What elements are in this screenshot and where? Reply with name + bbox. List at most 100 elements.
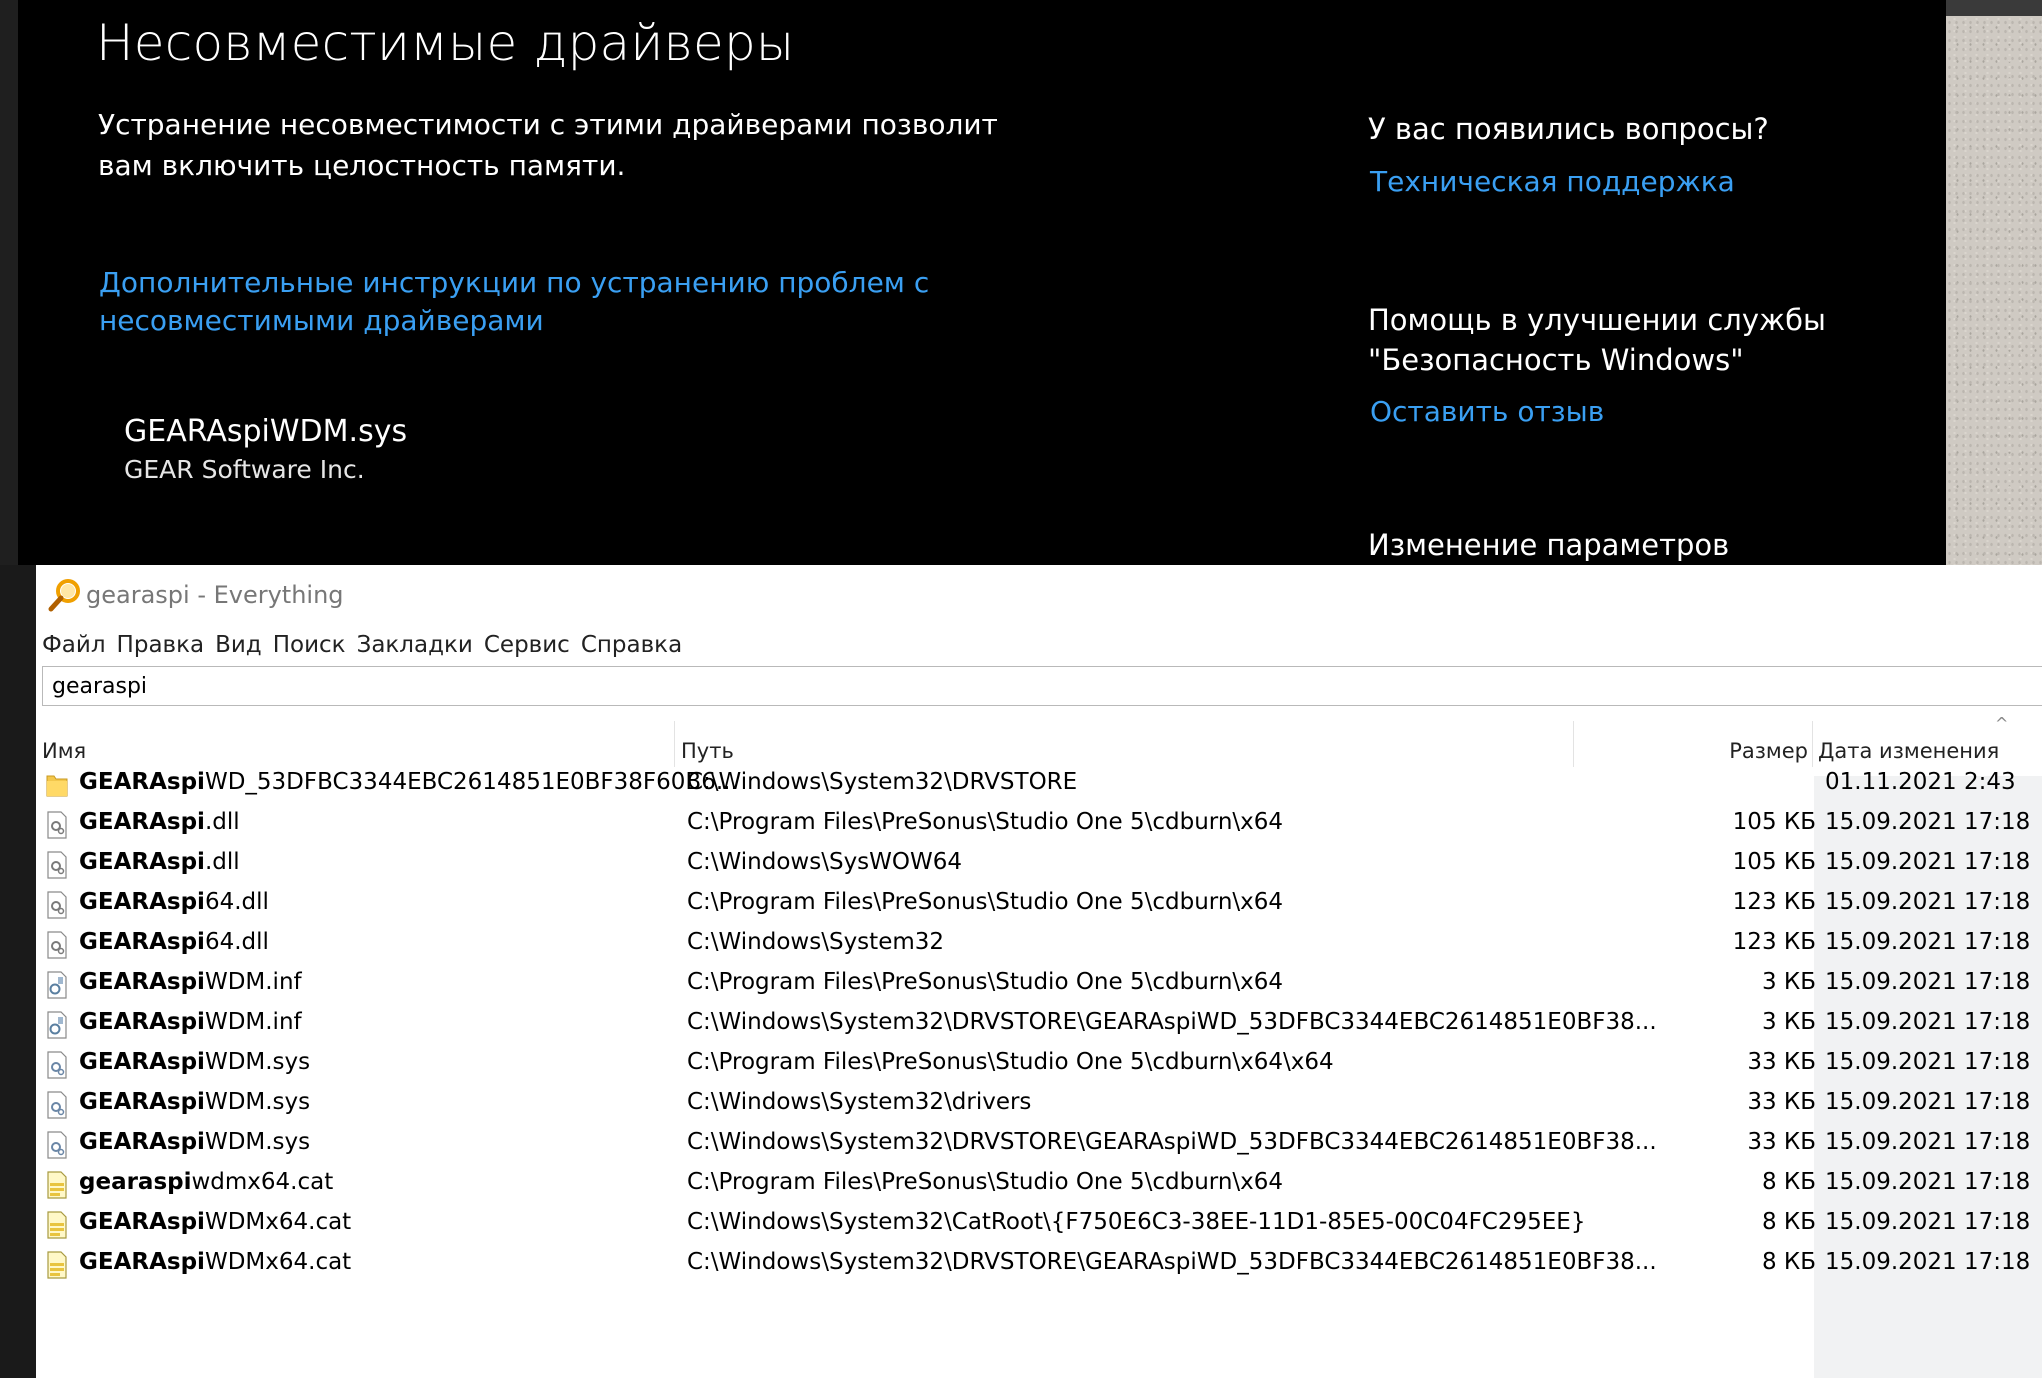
file-size: 33 КБ [1747,1089,1816,1115]
file-name-match: GEARAspi [79,849,205,875]
table-row[interactable]: GEARAspiWDM.sys C:\Windows\System32\drive… [36,1083,2042,1123]
sort-ascending-icon: ^ [1995,714,2009,733]
column-divider[interactable] [1573,721,1574,767]
file-name-rest: 64.dll [204,889,269,915]
menu-edit[interactable]: Правка [111,627,210,663]
column-header-name[interactable]: Имя [42,715,682,763]
menu-tools[interactable]: Сервис [478,627,575,663]
change-settings-heading: Изменение параметров [1368,528,1730,562]
menu-help[interactable]: Справка [575,627,687,663]
file-name-rest: WDMx64.cat [204,1249,352,1275]
file-path: C:\Windows\System32\DRVSTORE\GEARAspiWD_… [687,1009,1657,1035]
file-path: C:\Windows\System32\DRVSTORE\GEARAspiWD_… [687,1129,1657,1155]
file-size: 33 КБ [1747,1049,1816,1075]
file-path: C:\Windows\System32\DRVSTORE\GEARAspiWD_… [687,1249,1657,1275]
file-name-match: GEARAspi [79,1009,205,1035]
title-bar[interactable]: gearaspi - Everything [36,565,2042,621]
column-header-path[interactable]: Путь [681,715,1601,763]
file-date: 15.09.2021 17:18 [1825,849,2031,875]
menu-view[interactable]: Вид [209,627,267,663]
table-row[interactable]: GEARAspiWDM.inf C:\Windows\System32\DRVST… [36,1003,2042,1043]
file-name: gearaspiwdmx64.cat [79,1169,333,1195]
table-row[interactable]: GEARAspiWDMx64.cat C:\Windows\System32\DR… [36,1243,2042,1283]
driver-vendor: GEAR Software Inc. [124,455,365,484]
file-size: 8 КБ [1761,1169,1816,1195]
menu-search[interactable]: Поиск [267,627,351,663]
troubleshoot-instructions-link[interactable]: Дополнительные инструкции по устранению … [99,264,999,340]
file-name-rest: WDM.inf [204,969,302,995]
file-name-match: GEARAspi [79,809,205,835]
file-path: C:\Windows\System32\DRVSTORE [687,769,1078,795]
file-size: 3 КБ [1761,1009,1816,1035]
column-divider[interactable] [674,721,675,767]
file-name-rest: WDM.inf [204,1009,302,1035]
file-date: 15.09.2021 17:18 [1825,1049,2031,1075]
table-row[interactable]: GEARAspiWDM.inf C:\Program Files\PreSonus… [36,963,2042,1003]
table-row[interactable]: GEARAspiWDMx64.cat C:\Windows\System32\Ca… [36,1203,2042,1243]
file-size: 3 КБ [1761,969,1816,995]
column-divider[interactable] [1812,721,1813,767]
file-size: 8 КБ [1761,1209,1816,1235]
file-size: 105 КБ [1732,809,1816,835]
table-row[interactable]: GEARAspiWD_53DFBC3344EBC2614851E0BF38F60… [36,763,2042,803]
file-path: C:\Windows\System32\drivers [687,1089,1032,1115]
file-path: C:\Program Files\PreSonus\Studio One 5\c… [687,1169,1284,1195]
table-row[interactable]: GEARAspi64.dll C:\Windows\System32 123 КБ 1… [36,923,2042,963]
file-date: 15.09.2021 17:18 [1825,809,2031,835]
file-name-match: GEARAspi [79,1129,205,1155]
file-name: GEARAspiWDM.sys [79,1129,310,1155]
file-size: 123 КБ [1732,889,1816,915]
column-header-size[interactable]: Размер [1636,715,1808,763]
file-name-match: GEARAspi [79,1049,205,1075]
file-date: 15.09.2021 17:18 [1825,1009,2031,1035]
file-name-match: GEARAspi [79,969,205,995]
table-row[interactable]: GEARAspi64.dll C:\Program Files\PreSonus\… [36,883,2042,923]
file-date: 01.11.2021 2:43 [1825,769,2016,795]
file-date: 15.09.2021 17:18 [1825,1089,2031,1115]
table-row[interactable]: GEARAspiWDM.sys C:\Program Files\PreSonus… [36,1043,2042,1083]
table-row[interactable]: GEARAspiWDM.sys C:\Windows\System32\DRVST… [36,1123,2042,1163]
file-name: GEARAspiWDM.inf [79,969,302,995]
tech-support-link[interactable]: Техническая поддержка [1370,165,1735,198]
everything-window: gearaspi - Everything Файл Правка Вид По… [36,565,2042,1378]
file-path: C:\Program Files\PreSonus\Studio One 5\c… [687,889,1284,915]
table-row[interactable]: gearaspiwdmx64.cat C:\Program Files\PreSo… [36,1163,2042,1203]
window-edge [0,0,18,565]
file-path: C:\Program Files\PreSonus\Studio One 5\c… [687,809,1284,835]
everything-magnifier-icon [48,579,80,612]
file-name-rest: WD_53DFBC3344EBC2614851E0BF38F60B6... [204,769,738,795]
table-row[interactable]: GEARAspi.dll C:\Program Files\PreSonus\St… [36,803,2042,843]
file-date: 15.09.2021 17:18 [1825,1129,2031,1155]
file-name-match: GEARAspi [79,929,205,955]
file-size: 105 КБ [1732,849,1816,875]
menu-bookmarks[interactable]: Закладки [351,627,478,663]
file-size: 33 КБ [1747,1129,1816,1155]
file-date: 15.09.2021 17:18 [1825,1249,2031,1275]
menu-file[interactable]: Файл [36,627,111,663]
file-date: 15.09.2021 17:18 [1825,889,2031,915]
search-input[interactable]: gearaspi [42,666,2042,706]
file-date: 15.09.2021 17:18 [1825,929,2031,955]
file-name: GEARAspi.dll [79,849,240,875]
desktop-background-edge [1946,0,2042,16]
incompatible-drivers-panel: Несовместимые драйверы Устранение несовм… [0,0,1946,565]
file-name-match: gearaspi [79,1169,192,1195]
file-name: GEARAspiWDM.inf [79,1009,302,1035]
file-name-rest: .dll [204,809,240,835]
file-name-match: GEARAspi [79,1089,205,1115]
file-name-match: GEARAspi [79,889,205,915]
file-date: 15.09.2021 17:18 [1825,969,2031,995]
questions-heading: У вас появились вопросы? [1368,112,1769,146]
file-path: C:\Windows\SysWOW64 [687,849,963,875]
table-row[interactable]: GEARAspi.dll C:\Windows\SysWOW64 105 КБ 15.… [36,843,2042,883]
file-date: 15.09.2021 17:18 [1825,1169,2031,1195]
desktop-background [1946,0,2042,565]
page-description: Устранение несовместимости с этими драйв… [98,108,998,182]
driver-name: GEARAspiWDM.sys [124,414,408,449]
file-name-match: GEARAspi [79,769,205,795]
file-name-rest: WDM.sys [204,1129,311,1155]
file-name: GEARAspiWDM.sys [79,1089,310,1115]
feedback-link[interactable]: Оставить отзыв [1370,395,1604,428]
file-name-rest: WDMx64.cat [204,1209,352,1235]
page-title: Несовместимые драйверы [96,14,795,72]
